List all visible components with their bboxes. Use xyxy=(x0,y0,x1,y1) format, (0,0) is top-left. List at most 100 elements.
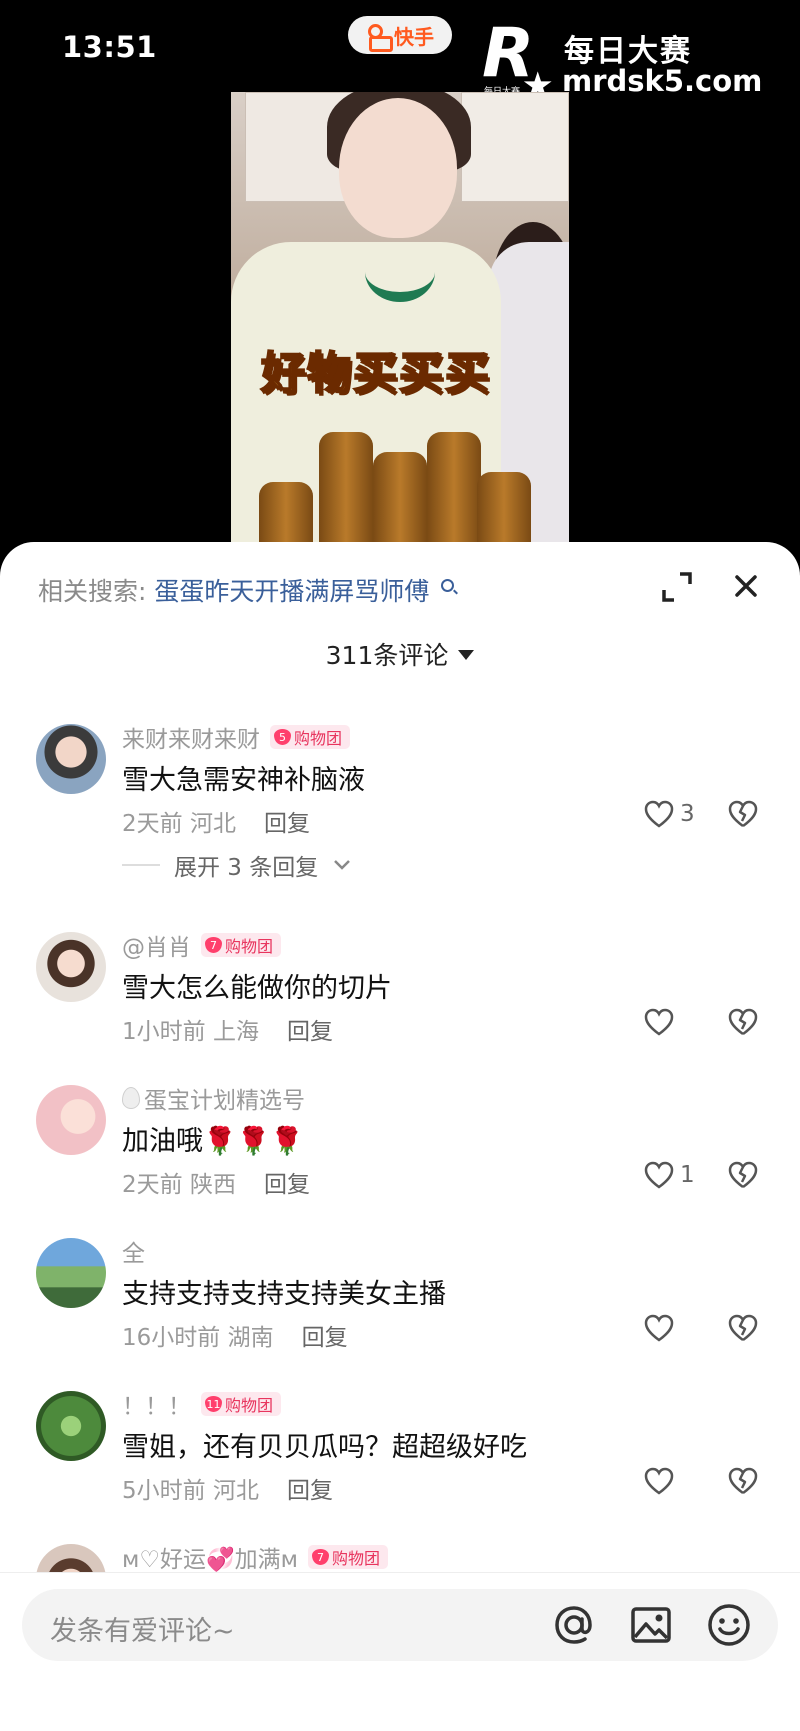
avatar[interactable] xyxy=(36,1238,106,1308)
comment-username[interactable]: 蛋宝计划精选号 xyxy=(144,1081,305,1115)
comment-username[interactable]: ！！！ xyxy=(122,1387,191,1421)
comment-text: 加油哦🌹🌹🌹 xyxy=(122,1126,304,1157)
heart-icon xyxy=(644,1008,674,1036)
shopping-group-badge: 5 购物团 xyxy=(270,725,351,749)
avatar[interactable] xyxy=(36,724,106,794)
video-caption: 好物买买买 xyxy=(260,347,491,400)
comment-meta: 1小时前 上海 回复 xyxy=(122,1012,333,1046)
heart-broken-icon[interactable] xyxy=(728,800,758,828)
comment-user-row: @肖肖 7 购物团 xyxy=(122,928,282,962)
reply-button[interactable]: 回复 xyxy=(287,1019,333,1045)
product-bottle xyxy=(477,472,531,552)
comment-input-bar: 发条有爱评论~ xyxy=(0,1572,800,1731)
heart-broken-icon[interactable] xyxy=(728,1161,758,1189)
at-icon[interactable] xyxy=(550,1601,598,1649)
comment-user-row: 来财来财来财 5 购物团 xyxy=(122,720,351,754)
badge-level: 5 xyxy=(274,729,291,745)
watermark-url: mrdsk5.com xyxy=(562,64,763,98)
status-time: 13:51 xyxy=(62,30,157,64)
emoji-icon[interactable] xyxy=(705,1601,753,1649)
comment-text: 雪大急需安神补脑液 xyxy=(122,765,365,796)
like-button[interactable] xyxy=(644,1314,680,1342)
comment-username[interactable]: @肖肖 xyxy=(122,928,191,962)
comment-time: 16小时前 湖南 xyxy=(122,1325,274,1351)
comment-count-dropdown[interactable]: 311条评论 xyxy=(0,636,800,672)
avatar[interactable] xyxy=(36,932,106,1002)
divider xyxy=(122,864,160,866)
heart-broken-icon[interactable] xyxy=(728,1008,758,1036)
expand-icon[interactable] xyxy=(660,570,694,604)
comment-user-row: ᴍ♡好运💞加满ᴍ 7 购物团 xyxy=(122,1540,388,1574)
comment-username[interactable]: ᴍ♡好运💞加满ᴍ xyxy=(122,1540,298,1574)
comment-user-row: 全 xyxy=(122,1234,145,1268)
related-search[interactable]: 相关搜索: 蛋蛋昨天开播满屏骂师傅 xyxy=(38,572,455,608)
comment-user-row: ！！！ 11 购物团 xyxy=(122,1387,282,1421)
badge-label: 购物团 xyxy=(331,1549,380,1568)
like-count: 1 xyxy=(680,1162,695,1188)
product-bottle xyxy=(427,432,481,552)
badge-level: 11 xyxy=(205,1396,222,1412)
comment-text: 雪大怎么能做你的切片 xyxy=(122,973,392,1004)
like-button[interactable] xyxy=(644,1467,680,1495)
avatar[interactable] xyxy=(36,1085,106,1155)
like-button[interactable]: 1 xyxy=(644,1161,695,1189)
like-button[interactable] xyxy=(644,1008,680,1036)
close-icon[interactable] xyxy=(728,568,764,604)
comment-text: 雪姐，还有贝贝瓜吗？超超级好吃 xyxy=(122,1432,527,1463)
comment-time: 2天前 河北 xyxy=(122,811,236,837)
app-name: 快手 xyxy=(394,24,434,49)
related-search-label: 相关搜索: xyxy=(38,577,147,606)
product-bottle xyxy=(373,452,427,552)
product-bottle xyxy=(319,432,373,552)
related-search-query[interactable]: 蛋蛋昨天开播满屏骂师傅 xyxy=(154,577,429,606)
shopping-group-badge: 7 购物团 xyxy=(201,933,282,957)
heart-icon xyxy=(644,1161,674,1189)
comment-username[interactable]: 来财来财来财 xyxy=(122,720,260,754)
comment-meta: 2天前 河北 回复 xyxy=(122,804,310,838)
badge-label: 购物团 xyxy=(225,1396,274,1415)
reply-button[interactable]: 回复 xyxy=(264,811,310,837)
comment-time: 2天前 陕西 xyxy=(122,1172,236,1198)
comment-user-row: 蛋宝计划精选号 xyxy=(122,1081,305,1115)
expand-replies-label: 展开 3 条回复 xyxy=(174,855,319,881)
search-icon xyxy=(441,579,455,592)
person-face xyxy=(339,98,457,238)
heart-icon xyxy=(644,800,674,828)
expand-replies-button[interactable]: 展开 3 条回复 xyxy=(122,848,352,882)
like-count: 3 xyxy=(680,801,695,827)
chevron-down-icon xyxy=(458,650,475,660)
comment-input[interactable]: 发条有爱评论~ xyxy=(22,1589,778,1661)
comment-text: 支持支持支持支持美女主播 xyxy=(122,1279,446,1310)
video-player[interactable]: 好物买买买 xyxy=(231,92,569,552)
egg-icon xyxy=(122,1087,140,1109)
reply-button[interactable]: 回复 xyxy=(302,1325,348,1351)
comment-meta: 2天前 陕西 回复 xyxy=(122,1165,310,1199)
comment-username[interactable]: 全 xyxy=(122,1234,145,1268)
app-switch-pill[interactable]: 快手 xyxy=(348,16,452,54)
necklace xyxy=(365,242,435,302)
badge-label: 购物团 xyxy=(225,937,274,956)
like-button[interactable]: 3 xyxy=(644,800,695,828)
shopping-group-badge: 11 购物团 xyxy=(201,1392,282,1416)
chevron-down-icon xyxy=(334,860,351,870)
heart-icon xyxy=(644,1467,674,1495)
badge-label: 购物团 xyxy=(294,729,343,748)
heart-broken-icon[interactable] xyxy=(728,1314,758,1342)
avatar[interactable] xyxy=(36,1391,106,1461)
badge-level: 7 xyxy=(311,1549,329,1565)
comment-meta: 5小时前 河北 回复 xyxy=(122,1471,333,1505)
badge-level: 7 xyxy=(205,937,222,953)
heart-broken-icon[interactable] xyxy=(728,1467,758,1495)
comment-time: 1小时前 上海 xyxy=(122,1019,259,1045)
comment-count: 311条评论 xyxy=(325,641,449,670)
kuaishou-logo-icon xyxy=(366,23,393,52)
comment-sheet: 相关搜索: 蛋蛋昨天开播满屏骂师傅 311条评论 来财来财来财 5 购物团 雪大急… xyxy=(0,542,800,1731)
reply-button[interactable]: 回复 xyxy=(287,1478,333,1504)
comment-time: 5小时前 河北 xyxy=(122,1478,259,1504)
image-icon[interactable] xyxy=(629,1603,673,1647)
comment-input-placeholder: 发条有爱评论~ xyxy=(50,1616,235,1647)
shopping-group-badge: 7 购物团 xyxy=(307,1545,388,1569)
heart-icon xyxy=(644,1314,674,1342)
background-poster xyxy=(461,92,569,202)
reply-button[interactable]: 回复 xyxy=(264,1172,310,1198)
